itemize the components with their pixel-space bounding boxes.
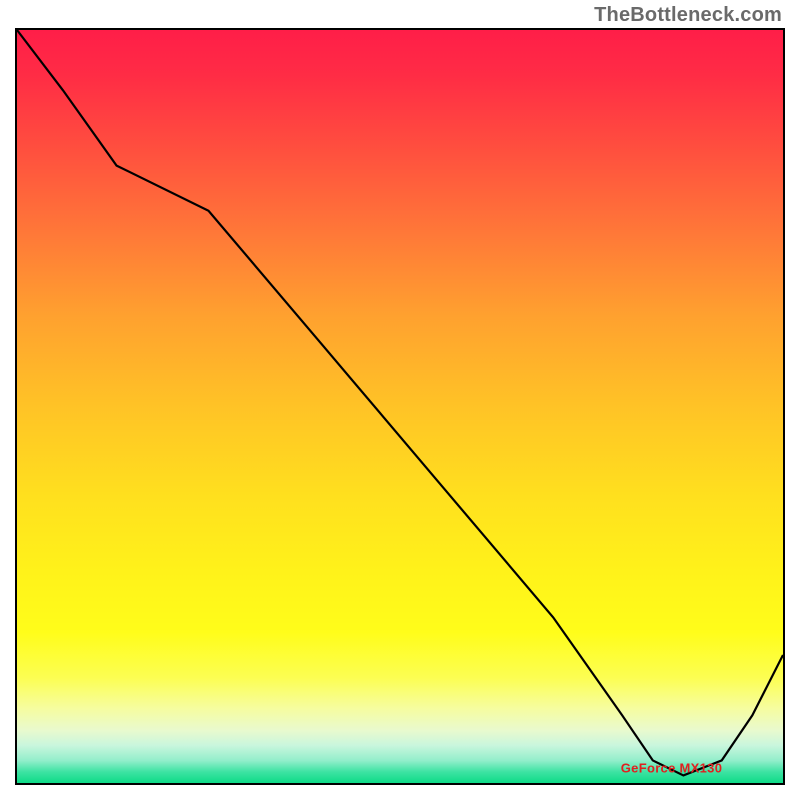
chart-container: TheBottleneck.com GeForce MX130	[0, 0, 800, 800]
gpu-label-geforce-mx130: GeForce MX130	[621, 761, 722, 776]
plot-frame: GeForce MX130	[15, 28, 785, 785]
annotation-layer: GeForce MX130	[17, 30, 783, 783]
attribution-text: TheBottleneck.com	[594, 4, 782, 27]
